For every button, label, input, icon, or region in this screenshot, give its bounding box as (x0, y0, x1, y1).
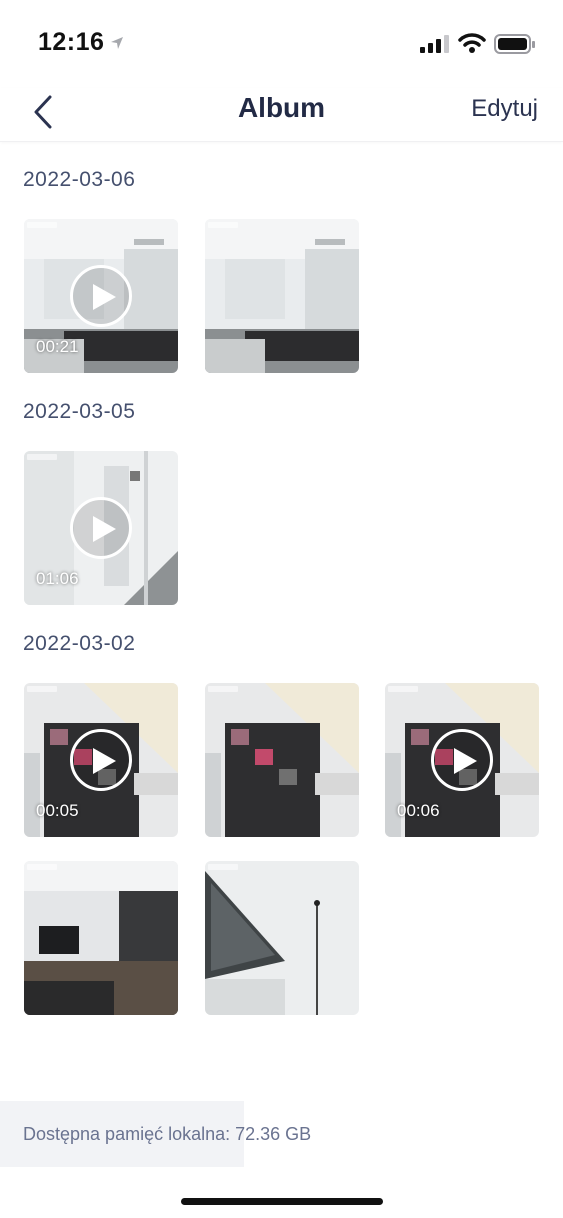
timestamp-overlay (27, 686, 57, 692)
timestamp-overlay (388, 686, 418, 692)
photo-thumbnail[interactable] (205, 683, 359, 837)
video-duration: 00:21 (36, 337, 79, 356)
wifi-icon (458, 33, 486, 53)
thumbnail-image (205, 683, 359, 837)
battery-icon (494, 34, 535, 54)
play-button[interactable] (70, 265, 132, 327)
video-thumbnail[interactable]: 00:05 (24, 683, 178, 837)
nav-bar: Album Edytuj (0, 88, 563, 142)
play-button[interactable] (431, 729, 493, 791)
photo-thumbnail[interactable] (205, 861, 359, 1015)
thumbnail-image (205, 861, 359, 1015)
timestamp-overlay (27, 454, 57, 460)
signal-icon (420, 35, 449, 53)
location-arrow-icon (111, 37, 123, 49)
thumbnail-image (24, 861, 178, 1015)
video-duration: 01:06 (36, 569, 79, 588)
video-duration: 00:06 (397, 801, 440, 820)
timestamp-overlay (27, 864, 57, 870)
timestamp-overlay (208, 686, 238, 692)
play-icon (93, 516, 116, 542)
section-date: 2022-03-02 (23, 632, 136, 655)
storage-info-text: Dostępna pamięć lokalna: 72.36 GB (23, 1124, 312, 1144)
timestamp-overlay (27, 222, 57, 228)
video-thumbnail[interactable]: 00:06 (385, 683, 539, 837)
video-thumbnail[interactable]: 01:06 (24, 451, 178, 605)
status-time: 12:16 (38, 28, 105, 56)
section-date: 2022-03-05 (23, 400, 136, 423)
photo-thumbnail[interactable] (24, 861, 178, 1015)
play-icon (454, 748, 477, 774)
timestamp-overlay (208, 864, 238, 870)
video-thumbnail[interactable]: 00:21 (24, 219, 178, 373)
play-button[interactable] (70, 729, 132, 791)
play-button[interactable] (70, 497, 132, 559)
photo-thumbnail[interactable] (205, 219, 359, 373)
play-icon (93, 748, 116, 774)
play-icon (93, 284, 116, 310)
timestamp-overlay (208, 222, 238, 228)
status-bar: 12:16 (0, 0, 563, 88)
edit-button[interactable]: Edytuj (471, 95, 538, 123)
section-date: 2022-03-06 (23, 168, 136, 191)
video-duration: 00:05 (36, 801, 79, 820)
home-indicator[interactable] (181, 1198, 383, 1205)
thumbnail-image (205, 219, 359, 373)
